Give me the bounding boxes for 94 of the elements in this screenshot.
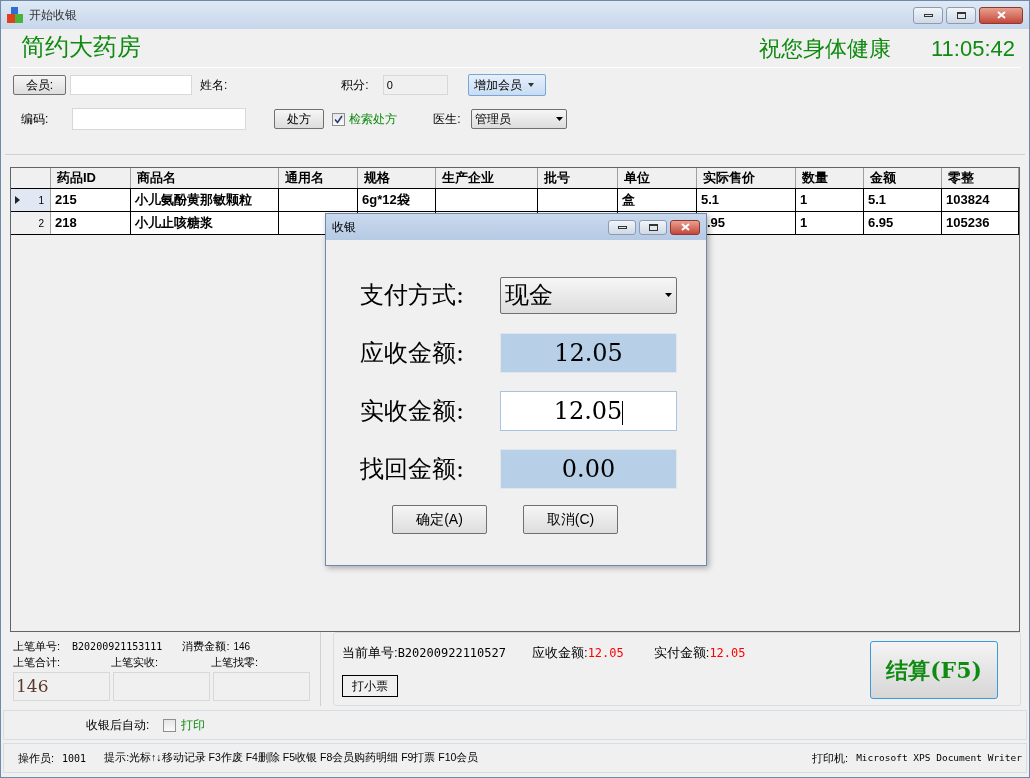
member-button[interactable]: 会员: — [13, 75, 66, 95]
field-label: 找回金额: — [360, 454, 466, 485]
store-name: 简约大药房 — [21, 32, 141, 63]
add-member-button[interactable]: 增加会员 — [467, 74, 546, 96]
checkbox-label: 检索处方 — [349, 111, 398, 128]
member-field[interactable] — [70, 75, 192, 95]
spent-value: 146 — [233, 639, 251, 654]
checkbox-label: 打印 — [181, 717, 206, 734]
column-header[interactable]: 数量 — [796, 168, 864, 188]
points-label: 积分: — [341, 77, 369, 94]
dropdown-icon — [555, 117, 563, 121]
current-row-icon — [15, 196, 20, 204]
column-header[interactable]: 商品名 — [131, 168, 279, 188]
last-change-label: 上笔找零: — [211, 654, 259, 670]
row-header[interactable]: 1 — [11, 189, 51, 211]
last-order-label: 上笔单号: — [13, 638, 61, 654]
clock: 11:05:42 — [931, 35, 1015, 63]
code-label: 编码: — [21, 111, 49, 128]
maximize-button[interactable] — [946, 6, 976, 24]
printer-name: Microsoft XPS Document Writer — [856, 750, 1022, 765]
minimize-button[interactable] — [913, 6, 943, 24]
current-order-label: 当前单号: — [342, 644, 398, 663]
table-cell: 小儿氨酚黄那敏颗粒 — [135, 192, 252, 207]
window-title: 开始收银 — [29, 7, 77, 24]
dialog-button[interactable]: 确定(A) — [392, 505, 487, 534]
printer-label: 打印机: — [812, 750, 849, 766]
table-cell: 103824 — [946, 192, 990, 207]
dialog-button[interactable]: 取消(C) — [523, 505, 618, 534]
operator-label: 操作员: — [18, 750, 55, 766]
field-label: 支付方式: — [360, 280, 466, 311]
current-order-number: B20200922110527 — [397, 645, 506, 662]
dialog-title: 收银 — [332, 219, 356, 236]
close-button[interactable] — [670, 219, 700, 235]
prescription-checkbox[interactable] — [332, 112, 346, 126]
column-header[interactable]: 药品ID — [51, 168, 131, 188]
last-order-number: B20200921153111 — [72, 639, 163, 654]
amount-due: 12.05 — [587, 645, 624, 662]
slogan: 祝您身体健康 — [759, 35, 891, 63]
column-header[interactable]: 生产企业 — [436, 168, 538, 188]
field-label: 实收金额: — [360, 396, 466, 427]
amount-field: 12.05 — [500, 333, 677, 373]
prescription-button[interactable]: 处方 — [274, 109, 325, 129]
operator-id: 1001 — [62, 751, 87, 766]
doctor-select[interactable]: 管理员 — [470, 109, 567, 129]
table-cell: 5.1 — [701, 192, 720, 207]
checkout-button[interactable]: 结算(F5) — [870, 641, 998, 699]
table-cell: 6g*12袋 — [362, 192, 410, 207]
column-header[interactable]: 零整 — [942, 168, 1019, 188]
column-header[interactable]: 通用名 — [279, 168, 358, 188]
dropdown-icon — [665, 293, 672, 297]
points-field: 0 — [382, 75, 448, 95]
table-cell: 215 — [55, 192, 77, 207]
name-label: 姓名: — [200, 77, 228, 94]
table-cell: 6.95 — [868, 215, 894, 230]
column-header[interactable]: 批号 — [538, 168, 618, 188]
table-cell: 5.1 — [868, 192, 887, 207]
table-cell: 1 — [800, 192, 808, 207]
doctor-label: 医生: — [433, 111, 461, 128]
shortcut-hint: 提示:光标↑↓移动记录 F3作废 F4删除 F5收银 F8会员购药明细 F9打票 F10会员 — [104, 750, 479, 766]
amount-due-label: 应收金额: — [532, 644, 588, 663]
table-cell: 盒 — [622, 192, 635, 207]
app-icon — [7, 7, 23, 23]
payment-method-select[interactable]: 现金 — [500, 276, 677, 314]
print-checkbox[interactable] — [163, 718, 177, 732]
column-header[interactable]: 规格 — [358, 168, 436, 188]
print-receipt-button[interactable]: 打小票 — [342, 675, 398, 697]
code-field[interactable] — [72, 108, 247, 130]
table-cell: .95 — [707, 215, 726, 230]
spent-label: 消费金额: — [182, 638, 230, 654]
last-total-field: 146 — [13, 672, 110, 701]
row-number: 1 — [38, 193, 44, 208]
column-header[interactable]: 金额 — [864, 168, 942, 188]
table-cell: 105236 — [946, 215, 990, 230]
close-icon — [996, 11, 1006, 19]
field-label: 应收金额: — [360, 338, 466, 369]
row-header[interactable]: 2 — [11, 212, 51, 234]
auto-label: 收银后自动: — [86, 717, 150, 734]
amount-paid-label: 实付金额: — [653, 644, 710, 663]
amount-field: 0.00 — [500, 449, 677, 489]
column-header[interactable]: 实际售价 — [697, 168, 796, 188]
amount-paid: 12.05 — [709, 645, 746, 662]
table-cell: 小儿止咳糖浆 — [135, 215, 213, 230]
table-cell: 1 — [800, 215, 808, 230]
maximize-button[interactable] — [639, 219, 667, 235]
input-field[interactable]: 12.05 — [500, 391, 677, 431]
last-total-label: 上笔合计: — [13, 654, 62, 670]
close-icon — [680, 223, 690, 231]
dropdown-icon — [527, 83, 534, 87]
minimize-button[interactable] — [608, 219, 636, 235]
close-button[interactable] — [979, 6, 1023, 24]
row-number: 2 — [38, 216, 44, 231]
table-cell: 218 — [55, 215, 77, 230]
column-header[interactable]: 单位 — [618, 168, 697, 188]
last-received-label: 上笔实收: — [111, 654, 160, 670]
